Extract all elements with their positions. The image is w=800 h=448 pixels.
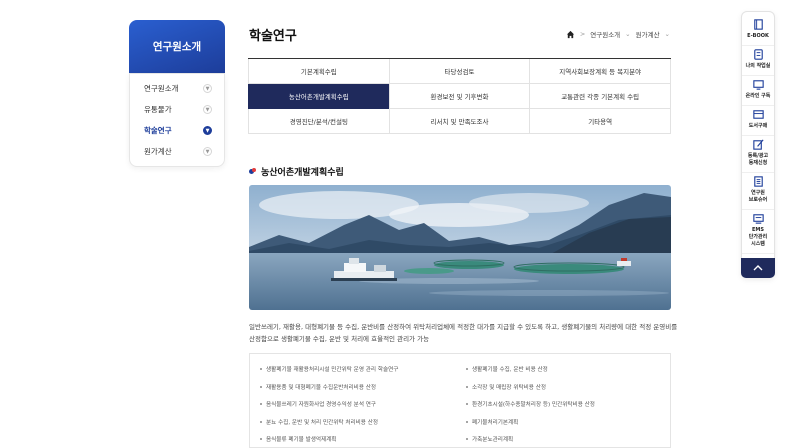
list-item: 음식물쓰레기 자원화사업 경영수익성 분석 연구 bbox=[260, 399, 466, 409]
chevron-down-icon: ▼ bbox=[203, 147, 212, 156]
tab-row: 경영진단/분석/컨설팅 리서치 및 만족도조사 기타용역 bbox=[248, 109, 672, 134]
sidebar-item-cost[interactable]: 원가계산 ▼ bbox=[130, 141, 224, 162]
breadcrumb-level1[interactable]: 연구원소개 bbox=[590, 29, 620, 39]
quick-register[interactable]: 등록/광고 등재신청 bbox=[742, 136, 774, 173]
sidebar-item-label: 학술연구 bbox=[144, 126, 172, 135]
quick-label: 도서구매 bbox=[748, 123, 768, 129]
bullet-icon bbox=[260, 403, 262, 405]
server-icon bbox=[752, 214, 764, 224]
cart-icon bbox=[752, 110, 764, 119]
quick-label: 등록/광고 등재신청 bbox=[747, 153, 769, 166]
tab-research-survey[interactable]: 리서치 및 만족도조사 bbox=[388, 109, 531, 134]
fish-farm-photo bbox=[249, 185, 671, 310]
quick-ebook[interactable]: E-BOOK bbox=[742, 16, 774, 46]
breadcrumb: > 연구원소개 ⌄ 원가계산 ⌄ bbox=[566, 29, 670, 39]
bullet-icon bbox=[466, 438, 468, 440]
left-sidebar: 연구원소개 연구원소개 ▼ 유통물가 ▼ 학술연구 ▼ 원가계산 ▼ bbox=[129, 20, 225, 167]
list-icon bbox=[753, 176, 763, 187]
bullet-icon bbox=[466, 368, 468, 370]
tab-basic-plan[interactable]: 기본계획수립 bbox=[248, 59, 390, 84]
list-item: 생활폐기물 재활용처리시설 민간위탁 운영 관리 학술연구 bbox=[260, 364, 466, 374]
bullet-icon bbox=[260, 368, 262, 370]
list-item: 분뇨 수집, 운반 및 처리 민간위탁 처리비용 산정 bbox=[260, 417, 466, 427]
quick-buy[interactable]: 도서구매 bbox=[742, 106, 774, 136]
monitor-icon bbox=[752, 80, 764, 90]
tab-traffic[interactable]: 교통관련 각종 기본계획 수립 bbox=[529, 84, 672, 109]
scroll-top-button[interactable] bbox=[741, 258, 775, 278]
section-title-text: 농산어촌개발계획수립 bbox=[261, 168, 344, 178]
sidebar-item-distribution[interactable]: 유통물가 ▼ bbox=[130, 99, 224, 120]
tab-environment[interactable]: 환경보전 및 기후변화 bbox=[388, 84, 531, 109]
quick-label: EMS 단가관리 시스템 bbox=[748, 227, 768, 247]
sidebar-item-intro[interactable]: 연구원소개 ▼ bbox=[130, 78, 224, 99]
chevron-down-icon[interactable]: ⌄ bbox=[665, 30, 670, 38]
sidebar-title: 연구원소개 bbox=[129, 20, 225, 73]
chevron-down-icon[interactable]: ⌄ bbox=[625, 30, 630, 38]
sidebar-item-label: 원가계산 bbox=[144, 147, 172, 156]
list-item: 환경기초시설(하수종말처리장 등) 민간위탁비용 산정 bbox=[466, 399, 672, 409]
bullet-dots-icon bbox=[249, 168, 256, 175]
fish-farm-illustration bbox=[249, 185, 671, 310]
quick-label: E-BOOK bbox=[747, 33, 769, 39]
document-icon bbox=[753, 49, 763, 60]
breadcrumb-level2[interactable]: 원가계산 bbox=[636, 29, 660, 39]
research-tabs: 기본계획수립 타당성검토 지역사회보장계획 등 복지분야 농산어촌개발계획수립 … bbox=[248, 58, 672, 134]
quick-brochure[interactable]: 연구원 브로슈어 bbox=[742, 173, 774, 210]
book-icon bbox=[753, 19, 763, 30]
quick-workroom[interactable]: 나의 작업실 bbox=[742, 46, 774, 76]
sidebar-menu: 연구원소개 ▼ 유통물가 ▼ 학술연구 ▼ 원가계산 ▼ bbox=[129, 73, 225, 167]
bullet-icon bbox=[466, 403, 468, 405]
list-item: 가축분뇨관리계획 bbox=[466, 434, 672, 444]
tab-feasibility[interactable]: 타당성검토 bbox=[388, 59, 531, 84]
sidebar-item-research[interactable]: 학술연구 ▼ bbox=[130, 120, 224, 141]
chevron-down-icon: ▼ bbox=[203, 84, 212, 93]
quick-label: 나의 작업실 bbox=[745, 63, 771, 69]
chevron-down-icon: ▼ bbox=[203, 105, 212, 114]
list-item: 생활폐기물 수집, 운반 비용 산정 bbox=[466, 364, 672, 374]
page-title: 학술연구 bbox=[249, 29, 297, 44]
sidebar-item-label: 연구원소개 bbox=[144, 84, 179, 93]
tab-row: 농산어촌개발계획수립 환경보전 및 기후변화 교통관련 각종 기본계획 수립 bbox=[248, 84, 672, 109]
tab-other[interactable]: 기타용역 bbox=[529, 109, 672, 134]
tab-welfare[interactable]: 지역사회보장계획 등 복지분야 bbox=[529, 59, 672, 84]
quick-ems[interactable]: EMS 단가관리 시스템 bbox=[742, 210, 774, 254]
chevron-down-icon: ▼ bbox=[203, 126, 212, 135]
section-title: 농산어촌개발계획수립 bbox=[249, 165, 344, 178]
tab-rural-development[interactable]: 농산어촌개발계획수립 bbox=[248, 84, 390, 109]
home-icon[interactable] bbox=[566, 30, 575, 39]
bullet-icon bbox=[260, 420, 262, 423]
list-item: 음식물류 폐기물 발생억제계획 bbox=[260, 434, 466, 444]
tab-row: 기본계획수립 타당성검토 지역사회보장계획 등 복지분야 bbox=[248, 59, 672, 84]
chevron-up-icon bbox=[753, 265, 763, 271]
bullet-icon bbox=[466, 385, 468, 388]
bullet-icon bbox=[260, 438, 262, 440]
project-list: 생활폐기물 재활용처리시설 민간위탁 운영 관리 학술연구 생활폐기물 수집, … bbox=[249, 353, 671, 448]
quick-label: 온라인 구독 bbox=[745, 93, 771, 99]
list-item: 폐기물처리기본계획 bbox=[466, 417, 672, 427]
tab-management[interactable]: 경영진단/분석/컨설팅 bbox=[248, 109, 390, 134]
quick-subscribe[interactable]: 온라인 구독 bbox=[742, 76, 774, 106]
breadcrumb-separator: > bbox=[579, 30, 586, 38]
bullet-icon bbox=[260, 385, 262, 388]
list-item: 소각장 및 매립장 위탁비용 산정 bbox=[466, 382, 672, 392]
list-item: 재활용품 및 대형폐기물 수집운반처리비용 산정 bbox=[260, 382, 466, 392]
edit-icon bbox=[752, 139, 764, 150]
quick-menu: E-BOOK 나의 작업실 온라인 구독 도서구매 등록/광고 등재신청 연구원… bbox=[741, 11, 775, 278]
section-description: 일반쓰레기, 재활용, 대형폐기물 등 수집, 운반비를 산정하여 위탁처리업체… bbox=[249, 323, 678, 343]
sidebar-item-label: 유통물가 bbox=[144, 105, 172, 114]
quick-label: 연구원 브로슈어 bbox=[748, 190, 768, 203]
bullet-icon bbox=[466, 420, 468, 423]
